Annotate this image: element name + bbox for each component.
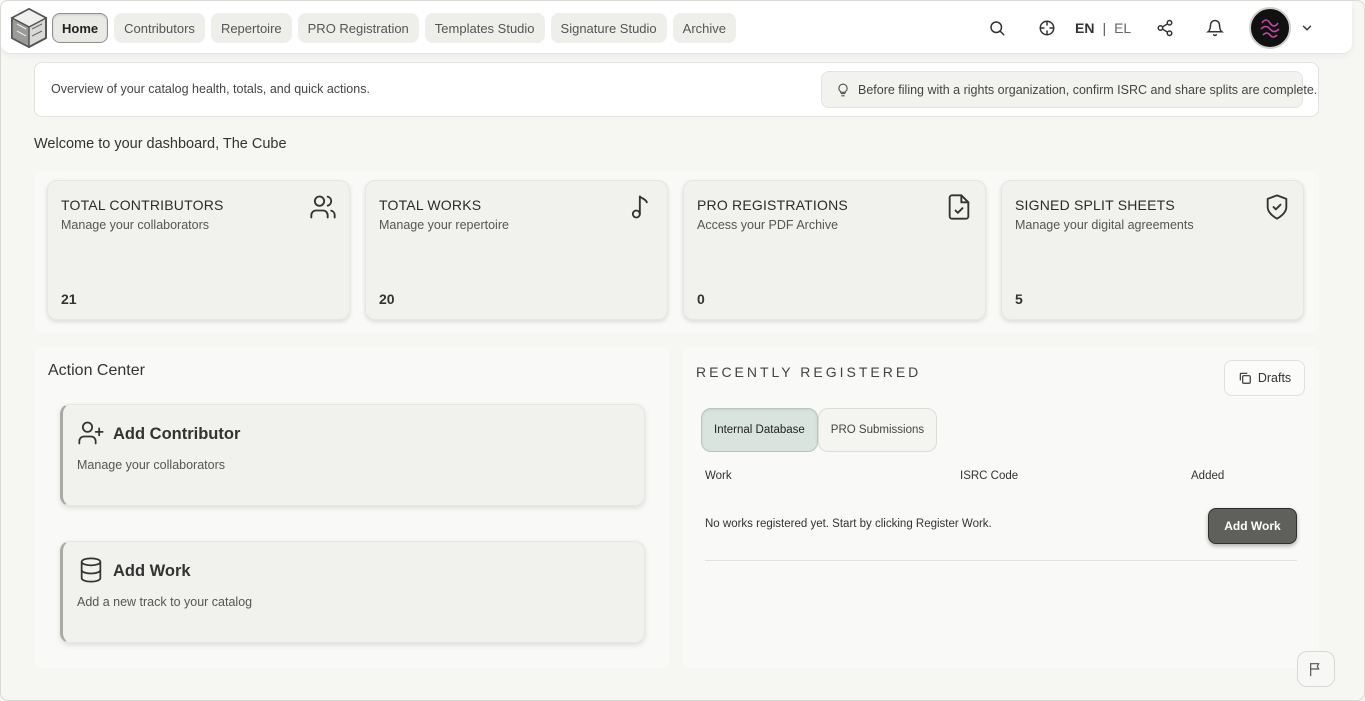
chevron-down-icon[interactable] bbox=[1295, 12, 1319, 44]
stat-card-pro-registrations[interactable]: PRO REGISTRATIONS Access your PDF Archiv… bbox=[683, 180, 986, 320]
add-work-card[interactable]: Add Work Add a new track to your catalog bbox=[60, 541, 645, 643]
nav-tab-archive[interactable]: Archive bbox=[672, 13, 737, 43]
users-icon bbox=[309, 193, 337, 221]
tip-text: Before filing with a rights organization… bbox=[858, 82, 1318, 97]
nav-tab-contributors[interactable]: Contributors bbox=[114, 13, 205, 43]
drafts-button[interactable]: Drafts bbox=[1224, 360, 1305, 396]
tab-pro-submissions[interactable]: PRO Submissions bbox=[817, 408, 938, 452]
stat-card-split-sheets[interactable]: SIGNED SPLIT SHEETS Manage your digital … bbox=[1001, 180, 1304, 320]
stat-subtitle: Manage your digital agreements bbox=[1015, 218, 1194, 232]
nav-tab-signature-studio[interactable]: Signature Studio bbox=[550, 13, 667, 43]
cube-logo-icon[interactable] bbox=[9, 7, 49, 49]
stat-title: TOTAL WORKS bbox=[379, 197, 482, 213]
nav-tab-pro-registration[interactable]: PRO Registration bbox=[297, 13, 419, 43]
tab-internal-database[interactable]: Internal Database bbox=[701, 408, 818, 452]
stat-value: 0 bbox=[697, 291, 705, 307]
add-work-button[interactable]: Add Work bbox=[1208, 508, 1297, 544]
top-right-controls: EN | EL bbox=[981, 1, 1319, 54]
column-header-isrc: ISRC Code bbox=[960, 470, 1019, 482]
stat-value: 20 bbox=[379, 291, 395, 307]
stat-subtitle: Manage your repertoire bbox=[379, 218, 509, 232]
bell-icon[interactable] bbox=[1199, 12, 1231, 44]
copy-icon bbox=[1238, 371, 1252, 385]
row-divider bbox=[705, 560, 1297, 561]
stat-value: 21 bbox=[61, 291, 77, 307]
column-header-work: Work bbox=[705, 470, 732, 482]
user-plus-icon bbox=[77, 419, 105, 447]
action-center-title: Action Center bbox=[48, 362, 145, 379]
lang-en[interactable]: EN bbox=[1075, 20, 1094, 36]
empty-state-text: No works registered yet. Start by clicki… bbox=[705, 518, 992, 530]
action-title: Add Work bbox=[113, 562, 191, 580]
search-icon[interactable] bbox=[981, 12, 1013, 44]
database-icon bbox=[77, 556, 105, 584]
top-nav-bar: Home Contributors Repertoire PRO Registr… bbox=[1, 1, 1352, 54]
tip-banner: Before filing with a rights organization… bbox=[821, 71, 1317, 108]
stat-value: 5 bbox=[1015, 291, 1023, 307]
action-subtitle: Manage your collaborators bbox=[77, 458, 225, 472]
recently-registered-title: RECENTLY REGISTERED bbox=[696, 364, 922, 380]
lang-separator: | bbox=[1102, 19, 1107, 36]
nav-tab-repertoire[interactable]: Repertoire bbox=[210, 13, 292, 43]
recent-tabs: Internal Database PRO Submissions bbox=[701, 408, 938, 452]
flag-icon[interactable] bbox=[1297, 651, 1335, 687]
stat-card-works[interactable]: TOTAL WORKS Manage your repertoire 20 bbox=[365, 180, 668, 320]
add-contributor-card[interactable]: Add Contributor Manage your collaborator… bbox=[60, 404, 645, 506]
nav-tab-templates-studio[interactable]: Templates Studio bbox=[424, 13, 545, 43]
info-panel: Overview of your catalog health, totals,… bbox=[34, 62, 1319, 117]
action-subtitle: Add a new track to your catalog bbox=[77, 595, 253, 609]
crosshair-icon[interactable] bbox=[1031, 12, 1063, 44]
nav-tab-home[interactable]: Home bbox=[52, 13, 109, 43]
stat-title: SIGNED SPLIT SHEETS bbox=[1015, 197, 1175, 213]
action-title: Add Contributor bbox=[113, 425, 241, 443]
lang-el[interactable]: EL bbox=[1114, 20, 1131, 36]
column-header-added: Added bbox=[1191, 470, 1225, 482]
stat-subtitle: Manage your collaborators bbox=[61, 218, 209, 232]
language-switcher: EN | EL bbox=[1075, 20, 1131, 36]
stat-title: TOTAL CONTRIBUTORS bbox=[61, 197, 224, 213]
music-note-icon bbox=[627, 193, 655, 221]
shield-check-icon bbox=[1263, 193, 1291, 221]
action-center-panel: Action Center Add Contributor Manage you… bbox=[34, 346, 670, 668]
avatar[interactable] bbox=[1249, 6, 1292, 49]
share-icon[interactable] bbox=[1149, 12, 1181, 44]
welcome-heading: Welcome to your dashboard, The Cube bbox=[34, 136, 287, 152]
stat-subtitle: Access your PDF Archive bbox=[697, 218, 839, 232]
stats-section: TOTAL CONTRIBUTORS Manage your collabora… bbox=[34, 171, 1319, 333]
stat-title: PRO REGISTRATIONS bbox=[697, 197, 848, 213]
recently-registered-panel: RECENTLY REGISTERED Drafts Internal Data… bbox=[683, 346, 1319, 668]
app-window: Home Contributors Repertoire PRO Registr… bbox=[0, 0, 1365, 701]
file-check-icon bbox=[945, 193, 973, 221]
drafts-label: Drafts bbox=[1257, 371, 1292, 385]
lightbulb-icon bbox=[836, 83, 850, 97]
stat-card-contributors[interactable]: TOTAL CONTRIBUTORS Manage your collabora… bbox=[47, 180, 350, 320]
nav-tabs: Home Contributors Repertoire PRO Registr… bbox=[52, 13, 737, 43]
overview-text: Overview of your catalog health, totals,… bbox=[51, 82, 370, 96]
